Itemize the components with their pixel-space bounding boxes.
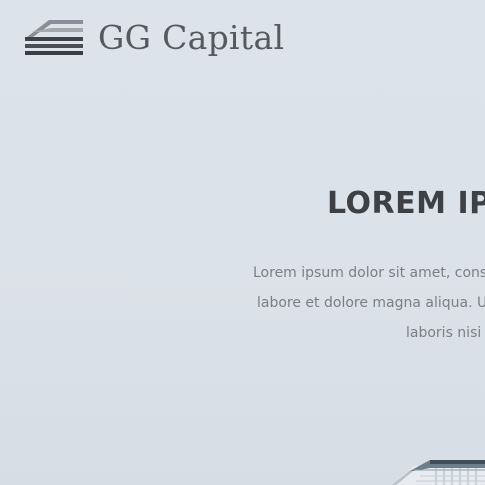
hero-title: LOREM IPS (327, 186, 485, 221)
site-header: GG Capital (0, 0, 485, 90)
brand-logo-link[interactable]: GG Capital (25, 14, 284, 58)
brand-name: GG Capital (98, 17, 285, 57)
hero-text-line-2: labore et dolore magna aliqua. U (257, 295, 485, 311)
hero-text-line-3: laboris nisi (406, 325, 482, 341)
building-stack-logo-icon (25, 20, 83, 55)
building-image (392, 460, 485, 485)
hero-text-line-1: Lorem ipsum dolor sit amet, cons (253, 265, 485, 281)
